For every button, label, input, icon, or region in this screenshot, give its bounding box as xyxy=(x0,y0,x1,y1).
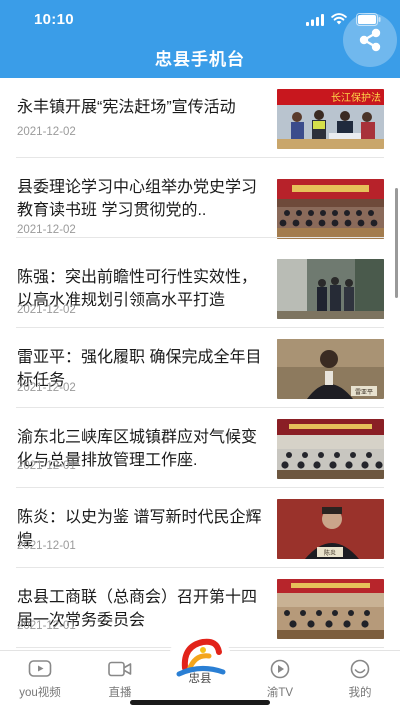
article-date: 2021-12-02 xyxy=(17,224,76,236)
article-date: 2021-12-02 xyxy=(17,304,76,316)
share-icon xyxy=(359,28,381,52)
share-button[interactable] xyxy=(343,13,397,67)
list-item[interactable]: 雷亚平：强化履职 确保完成全年目标任务 2021-12-02 雷亚平 xyxy=(0,328,400,408)
list-item[interactable]: 永丰镇开展“宪法赶场”宣传活动 2021-12-02 长江保护法 xyxy=(0,78,400,158)
divider xyxy=(16,237,384,238)
tab-label-center: 忠县 xyxy=(188,673,212,685)
banner-caption: 长江保护法 xyxy=(331,91,381,104)
scrollbar[interactable] xyxy=(395,188,398,298)
article-date: 2021-12-01 xyxy=(17,540,76,552)
app-root: 10:10 忠县手机台 永丰镇开展“宪法赶场”宣传活动 2021-12-02 长… xyxy=(0,0,400,710)
article-date: 2021-12-02 xyxy=(17,382,76,394)
article-title: 县委理论学习中心组举办党史学习教育读书班 学习贯彻党的.. xyxy=(17,179,258,219)
list-item[interactable]: 陈强：突出前瞻性可行性实效性，以高水准规划引领高水平打造 2021-12-02 xyxy=(0,248,400,328)
article-thumbnail xyxy=(277,179,384,239)
article-date: 2021-12-02 xyxy=(17,126,76,138)
tv-play-icon xyxy=(270,659,290,679)
article-thumbnail: 长江保护法 xyxy=(277,89,384,149)
tab-label: 渝TV xyxy=(266,687,294,699)
news-list[interactable]: 永丰镇开展“宪法赶场”宣传活动 2021-12-02 长江保护法 县委理论学习中… xyxy=(0,78,400,650)
page-title: 忠县手机台 xyxy=(155,50,245,69)
nameplate-caption: 雷亚平 xyxy=(355,389,373,396)
status-bar: 10:10 xyxy=(0,0,400,40)
article-title: 永丰镇开展“宪法赶场”宣传活动 xyxy=(17,99,236,116)
article-date: 2021-12-01 xyxy=(17,460,76,472)
wifi-icon xyxy=(331,13,347,25)
list-item[interactable]: 陈炎：以史为鉴 谱写新时代民企辉煌 2021-12-01 陈炎 xyxy=(0,488,400,568)
video-icon xyxy=(28,660,52,677)
list-item[interactable]: 县委理论学习中心组举办党史学习教育读书班 学习贯彻党的.. 2021-12-02 xyxy=(0,158,400,239)
article-thumbnail xyxy=(277,419,384,479)
header-bar: 10:10 忠县手机台 xyxy=(0,0,400,78)
home-indicator xyxy=(130,700,270,705)
tab-mine[interactable]: 我的 xyxy=(320,651,400,710)
nameplate-caption: 陈炎 xyxy=(324,549,336,557)
smile-icon xyxy=(350,659,370,679)
article-date: 2021-12-01 xyxy=(17,620,76,632)
tab-label: you视频 xyxy=(19,687,61,699)
cellular-signal-icon xyxy=(306,14,324,26)
article-thumbnail: 陈炎 xyxy=(277,499,384,559)
tab-label: 我的 xyxy=(348,687,372,699)
article-thumbnail xyxy=(277,259,384,319)
tab-label: 直播 xyxy=(108,687,132,699)
article-thumbnail xyxy=(277,579,384,639)
camera-icon xyxy=(108,661,132,677)
status-time: 10:10 xyxy=(34,11,74,28)
article-thumbnail: 雷亚平 xyxy=(277,339,384,399)
list-item[interactable]: 渝东北三峡库区城镇群应对气候变化与总量排放管理工作座. 2021-12-01 xyxy=(0,408,400,488)
tab-you-video[interactable]: you视频 xyxy=(0,651,80,710)
